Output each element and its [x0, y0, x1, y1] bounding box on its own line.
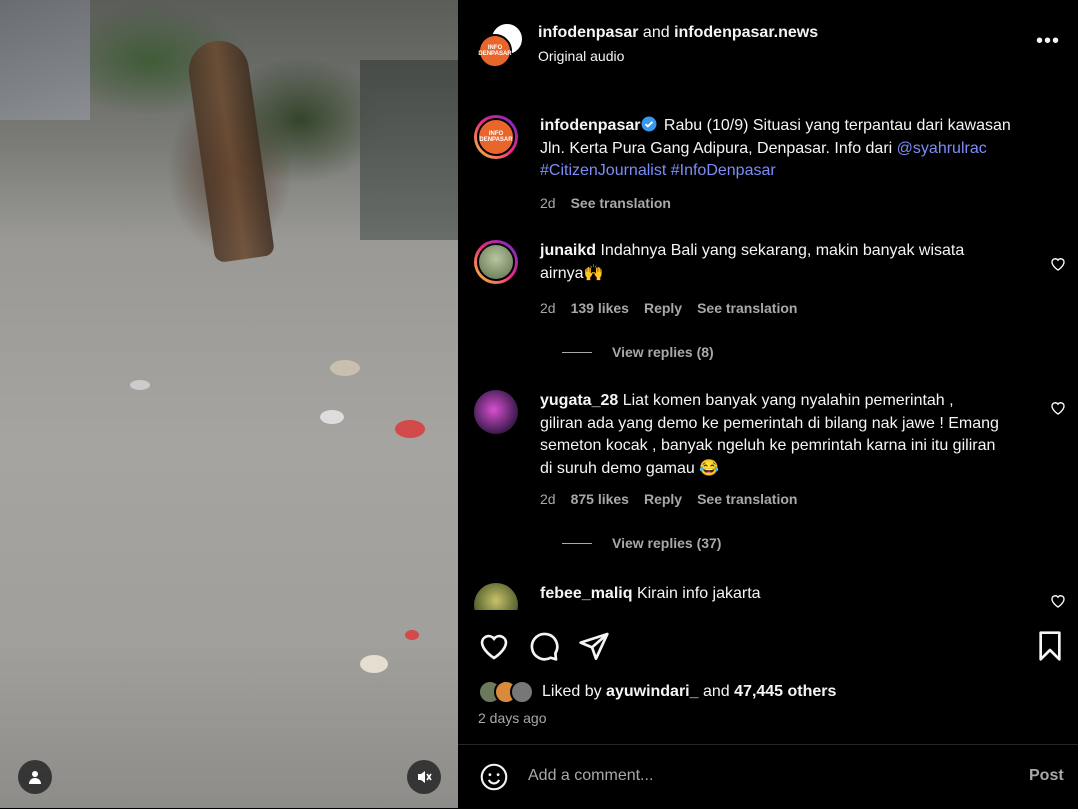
comment-input[interactable]: Add a comment... — [528, 767, 653, 785]
video-debris — [320, 410, 344, 424]
like-count[interactable]: 139 likes — [571, 300, 629, 316]
comment-username[interactable]: febee_maliq — [540, 585, 632, 602]
like-heart-icon[interactable] — [478, 630, 510, 662]
view-replies-button[interactable]: View replies (8) — [562, 344, 714, 360]
video-debris — [130, 380, 150, 390]
post-date[interactable]: 2 days ago — [478, 710, 547, 726]
avatar-logo-text: INFO DENPASAR — [479, 131, 513, 143]
see-translation-button[interactable]: See translation — [571, 195, 671, 211]
add-comment-bar: Add a comment... Post — [458, 744, 1078, 809]
hashtag-links[interactable]: #CitizenJournalist #InfoDenpasar — [540, 162, 776, 179]
comment-bubble-icon[interactable] — [528, 630, 560, 662]
video-debris — [360, 655, 388, 673]
likes-conjunction: and — [702, 683, 730, 700]
heart-icon[interactable] — [1050, 256, 1066, 272]
author-link-infodenpasar-news[interactable]: infodenpasar.news — [674, 24, 818, 41]
author-names: infodenpasar and infodenpasar.news — [538, 24, 818, 42]
video-mute-button[interactable] — [407, 760, 441, 794]
comments-list[interactable]: INFO DENPASAR infodenpasar Rabu (10/9) Si… — [458, 90, 1078, 610]
replies-divider — [562, 542, 592, 544]
see-translation-button[interactable]: See translation — [697, 491, 797, 507]
more-options-icon[interactable]: ••• — [1036, 31, 1060, 51]
heart-icon[interactable] — [1050, 593, 1066, 609]
audio-label[interactable]: Original audio — [538, 48, 624, 64]
replies-divider — [562, 351, 592, 353]
caption-text: infodenpasar Rabu (10/9) Situasi yang te… — [540, 115, 1030, 183]
comment-meta: 2d 139 likes Reply See translation — [540, 300, 797, 316]
like-count[interactable]: 875 likes — [571, 491, 629, 507]
reply-button[interactable]: Reply — [644, 491, 682, 507]
view-replies-button[interactable]: View replies (37) — [562, 535, 721, 551]
comment-text: yugata_28 Liat komen banyak yang nyalahi… — [540, 390, 1000, 480]
likes-summary: Liked by ayuwindari_ and 47,445 others — [478, 680, 836, 704]
verified-badge-icon — [641, 116, 657, 132]
instagram-post-view: INFO DENPASAR infodenpasar and infodenpas… — [0, 0, 1078, 808]
comment-body: Indahnya Bali yang sekarang, makin banya… — [540, 242, 965, 282]
bookmark-icon[interactable] — [1034, 630, 1066, 662]
likes-text[interactable]: Liked by ayuwindari_ and 47,445 others — [542, 683, 836, 701]
video-debris — [330, 360, 360, 376]
mention-link[interactable]: @syahrulrac — [897, 140, 987, 157]
action-bar — [458, 620, 1078, 670]
video-scene-roof — [0, 0, 90, 120]
video-debris — [395, 420, 425, 438]
view-replies-label: View replies (37) — [612, 535, 722, 551]
post-header: INFO DENPASAR infodenpasar and infodenpas… — [458, 0, 1078, 90]
emoji-icon[interactable] — [480, 763, 508, 791]
post-comment-button[interactable]: Post — [1029, 767, 1064, 785]
avatar[interactable] — [474, 390, 518, 434]
avatar[interactable]: INFO DENPASAR — [474, 115, 518, 159]
post-details-panel: INFO DENPASAR infodenpasar and infodenpas… — [458, 0, 1078, 808]
video-debris — [405, 630, 419, 640]
comment-body: Kirain info jakarta — [636, 585, 761, 602]
comment-username[interactable]: yugata_28 — [540, 392, 618, 409]
comment-text: febee_maliq Kirain info jakarta — [540, 583, 1000, 606]
video-scene-wall — [360, 60, 458, 240]
share-send-icon[interactable] — [578, 630, 610, 662]
see-translation-button[interactable]: See translation — [697, 300, 797, 316]
speaker-muted-icon — [418, 771, 432, 783]
author-avatars[interactable]: INFO DENPASAR — [478, 22, 524, 68]
likes-others-count[interactable]: 47,445 others — [734, 683, 836, 700]
view-replies-label: View replies (8) — [612, 344, 714, 360]
timestamp[interactable]: 2d — [540, 300, 556, 316]
caption-meta: 2d See translation — [540, 195, 671, 211]
post-video[interactable] — [0, 0, 458, 808]
caption-username[interactable]: infodenpasar — [540, 117, 640, 134]
video-tagged-users-button[interactable] — [18, 760, 52, 794]
reply-button[interactable]: Reply — [644, 300, 682, 316]
liker-username[interactable]: ayuwindari_ — [606, 683, 698, 700]
liker-avatar — [510, 680, 534, 704]
avatar[interactable] — [474, 583, 518, 610]
avatar[interactable] — [474, 240, 518, 284]
avatar-infodenpasar: INFO DENPASAR — [478, 34, 512, 68]
author-conjunction: and — [642, 24, 670, 41]
comment-meta: 2d 875 likes Reply See translation — [540, 491, 797, 507]
avatar-logo-text: INFO DENPASAR — [478, 45, 512, 57]
comment-text: junaikd Indahnya Bali yang sekarang, mak… — [540, 240, 1000, 285]
video-scene-tree — [184, 36, 276, 264]
author-link-infodenpasar[interactable]: infodenpasar — [538, 24, 638, 41]
timestamp[interactable]: 2d — [540, 491, 556, 507]
comment-username[interactable]: junaikd — [540, 242, 596, 259]
heart-icon[interactable] — [1050, 400, 1066, 416]
likes-prefix: Liked by — [542, 683, 602, 700]
timestamp[interactable]: 2d — [540, 195, 556, 211]
user-icon — [29, 771, 41, 784]
